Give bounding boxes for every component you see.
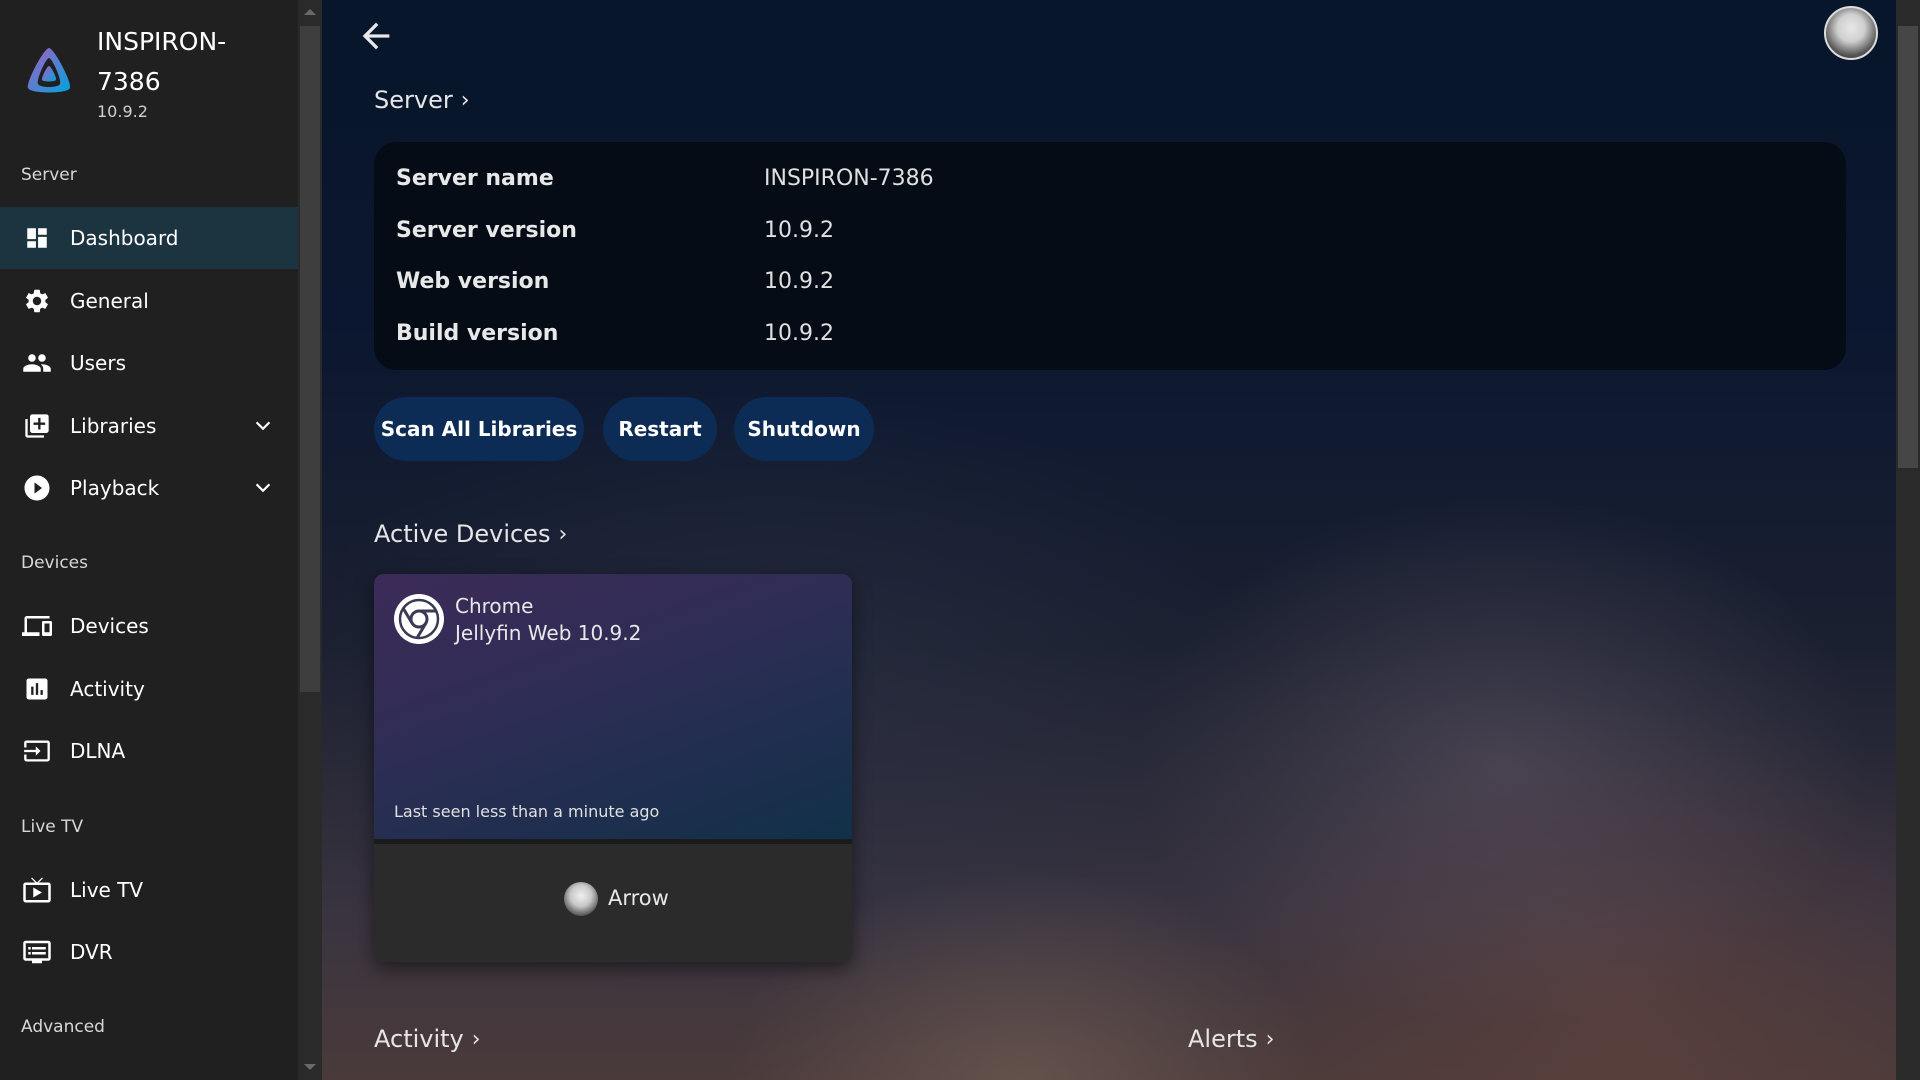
sidebar-item-label: Activity <box>70 677 145 701</box>
live-tv-icon <box>22 875 52 905</box>
chevron-right-icon: › <box>1265 1026 1275 1052</box>
jellyfin-logo <box>27 48 71 93</box>
device-user-avatar <box>564 882 598 916</box>
server-info-card: Server name INSPIRON-7386 Server version… <box>374 142 1846 370</box>
section-header-server: Server <box>21 165 77 185</box>
active-devices-section-link[interactable]: Active Devices › <box>374 520 567 548</box>
active-devices-title: Active Devices <box>374 520 551 548</box>
main-scrollbar-thumb[interactable] <box>1898 26 1918 468</box>
scroll-down-icon[interactable] <box>304 1064 316 1070</box>
server-title-line1: INSPIRON- <box>97 27 227 56</box>
section-header-livetv: Live TV <box>21 817 84 837</box>
sidebar-item-dlna[interactable]: DLNA <box>0 720 298 782</box>
chevron-down-icon[interactable] <box>252 415 274 437</box>
sidebar-item-activity[interactable]: Activity <box>0 658 298 720</box>
server-title: INSPIRON- 7386 <box>97 22 267 102</box>
device-client-name: Chrome <box>455 594 534 618</box>
info-key: Server name <box>396 166 554 191</box>
chevron-right-icon: › <box>460 87 470 113</box>
device-last-seen: Last seen less than a minute ago <box>394 802 660 821</box>
info-key: Server version <box>396 218 577 243</box>
server-section-link[interactable]: Server › <box>374 86 470 114</box>
alerts-section-link[interactable]: Alerts › <box>1188 1025 1274 1053</box>
sidebar-item-label: Users <box>70 351 127 375</box>
sidebar-item-devices[interactable]: Devices <box>0 595 298 657</box>
sidebar-item-label: Libraries <box>70 414 157 438</box>
dvr-icon <box>22 937 52 967</box>
alerts-section-title: Alerts <box>1188 1025 1258 1053</box>
activity-section-title: Activity <box>374 1025 464 1053</box>
server-section-title: Server <box>374 86 453 114</box>
section-header-devices: Devices <box>21 553 88 573</box>
dashboard-icon <box>22 223 52 253</box>
device-card-footer: Arrow <box>374 844 852 962</box>
user-avatar[interactable] <box>1824 6 1878 60</box>
sidebar-item-label: Devices <box>70 614 149 638</box>
sidebar-item-label: Dashboard <box>70 226 179 250</box>
sidebar-item-users[interactable]: Users <box>0 332 298 394</box>
sidebar-item-dvr[interactable]: DVR <box>0 921 298 983</box>
devices-icon <box>22 611 52 641</box>
sidebar: INSPIRON- 7386 10.9.2 Server Dashboard G… <box>0 0 322 1080</box>
info-value: 10.9.2 <box>764 269 834 294</box>
info-key: Web version <box>396 269 550 294</box>
sidebar-item-live-tv[interactable]: Live TV <box>0 859 298 921</box>
gear-icon <box>22 286 52 316</box>
sidebar-item-label: Playback <box>70 476 160 500</box>
library-add-icon <box>22 411 52 441</box>
info-value: 10.9.2 <box>764 321 834 346</box>
input-icon <box>22 736 52 766</box>
server-version-label: 10.9.2 <box>97 102 148 121</box>
play-circle-icon <box>22 473 52 503</box>
restart-button[interactable]: Restart <box>603 397 717 461</box>
shutdown-button[interactable]: Shutdown <box>734 397 874 461</box>
sidebar-item-label: DVR <box>70 940 113 964</box>
scroll-up-icon[interactable] <box>304 9 316 15</box>
sidebar-item-libraries[interactable]: Libraries <box>0 395 298 457</box>
chevron-right-icon: › <box>558 521 568 547</box>
server-title-line2: 7386 <box>97 67 161 96</box>
users-icon <box>22 348 52 378</box>
sidebar-item-label: DLNA <box>70 739 126 763</box>
device-user-name: Arrow <box>608 886 669 910</box>
chevron-right-icon: › <box>471 1026 481 1052</box>
device-app-version: Jellyfin Web 10.9.2 <box>455 621 642 645</box>
back-arrow-icon[interactable] <box>356 16 396 56</box>
sidebar-item-playback[interactable]: Playback <box>0 457 298 519</box>
chrome-icon <box>394 594 444 644</box>
info-value: INSPIRON-7386 <box>764 166 934 191</box>
brand-header[interactable]: INSPIRON- 7386 10.9.2 <box>22 22 302 132</box>
sidebar-item-general[interactable]: General <box>0 270 298 332</box>
activity-icon <box>22 674 52 704</box>
device-card[interactable]: Chrome Jellyfin Web 10.9.2 Last seen les… <box>374 574 852 962</box>
activity-section-link[interactable]: Activity › <box>374 1025 481 1053</box>
sidebar-item-label: Live TV <box>70 878 144 902</box>
device-card-header: Chrome Jellyfin Web 10.9.2 Last seen les… <box>374 574 852 839</box>
main-content: Server › Server name INSPIRON-7386 Serve… <box>322 0 1920 1080</box>
info-value: 10.9.2 <box>764 218 834 243</box>
sidebar-item-label: General <box>70 289 149 313</box>
section-header-advanced: Advanced <box>21 1017 105 1037</box>
info-key: Build version <box>396 321 559 346</box>
chevron-down-icon[interactable] <box>252 477 274 499</box>
sidebar-scrollbar-thumb[interactable] <box>300 26 320 692</box>
scan-all-libraries-button[interactable]: Scan All Libraries <box>374 397 584 461</box>
sidebar-item-dashboard[interactable]: Dashboard <box>0 207 298 269</box>
